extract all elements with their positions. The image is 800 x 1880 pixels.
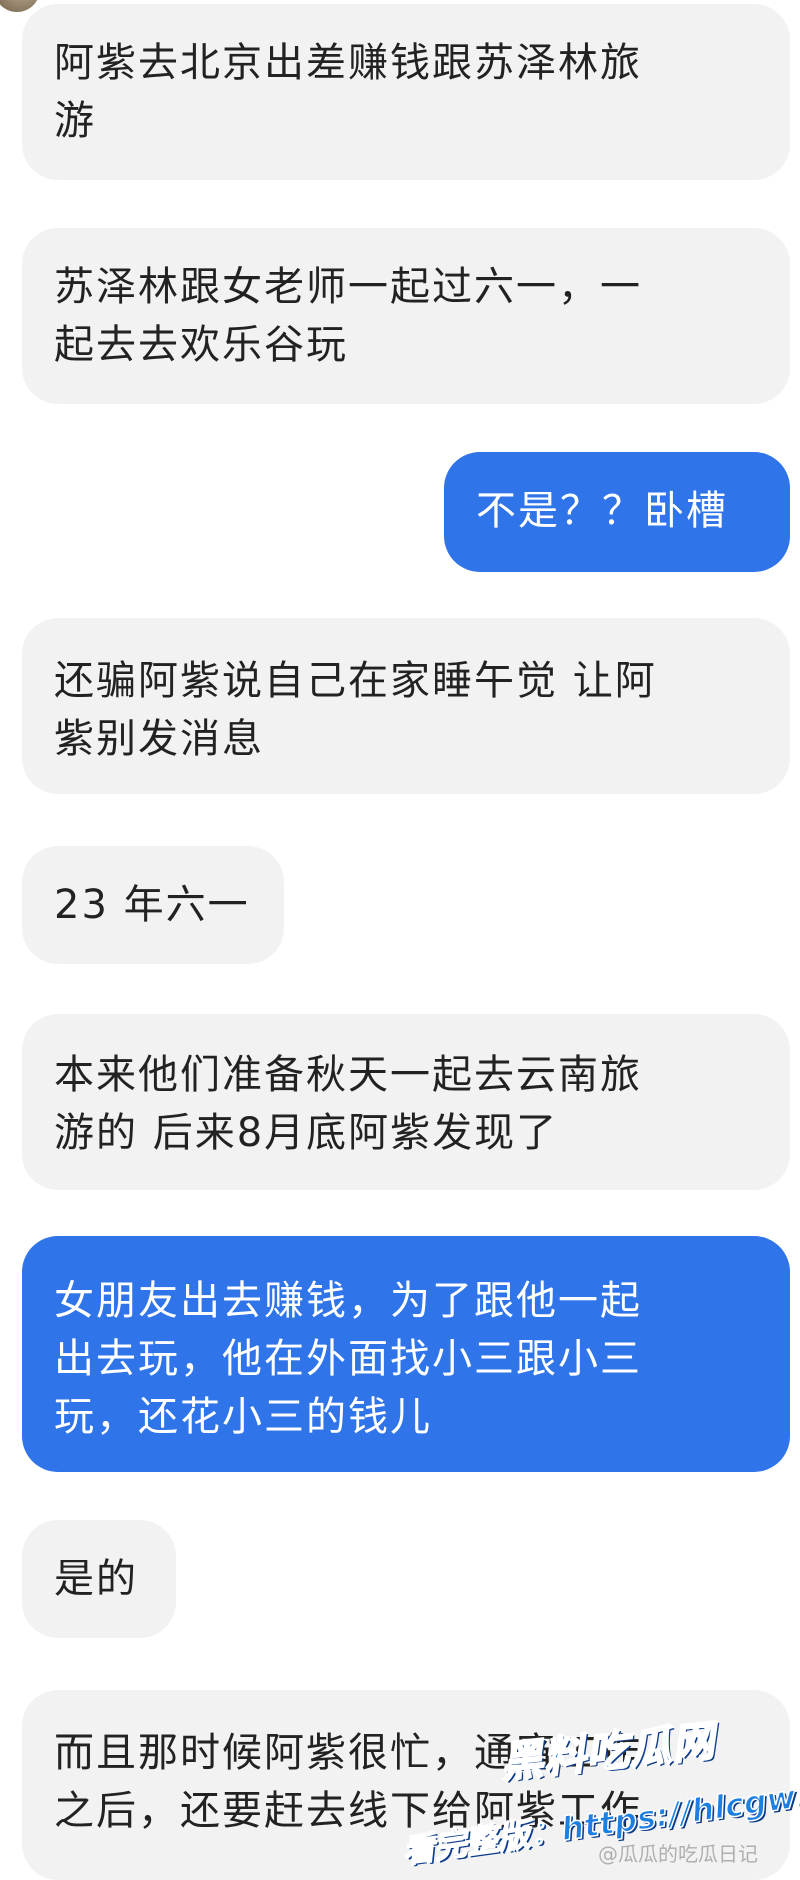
message-bubble-outgoing[interactable]: 女朋友出去赚钱，为了跟他一起 出去玩，他在外面找小三跟小三 玩，还花小三的钱儿 xyxy=(22,1236,790,1472)
message-bubble-incoming[interactable]: 本来他们准备秋天一起去云南旅 游的 后来8月底阿紫发现了 xyxy=(22,1014,790,1190)
message-bubble-incoming[interactable]: 是的 xyxy=(22,1520,176,1638)
message-bubble-incoming[interactable]: 23 年六一 xyxy=(22,846,284,964)
message-bubble-incoming[interactable]: 还骗阿紫说自己在家睡午觉 让阿 紫别发消息 xyxy=(22,618,790,794)
avatar[interactable] xyxy=(0,0,40,12)
message-bubble-incoming[interactable]: 阿紫去北京出差赚钱跟苏泽林旅 游 xyxy=(22,4,790,180)
watermark-faint: @瓜瓜的吃瓜日记 xyxy=(598,1842,758,1866)
message-bubble-outgoing[interactable]: 不是？？卧槽 xyxy=(444,452,790,572)
message-bubble-incoming[interactable]: 苏泽林跟女老师一起过六一，一 起去去欢乐谷玩 xyxy=(22,228,790,404)
